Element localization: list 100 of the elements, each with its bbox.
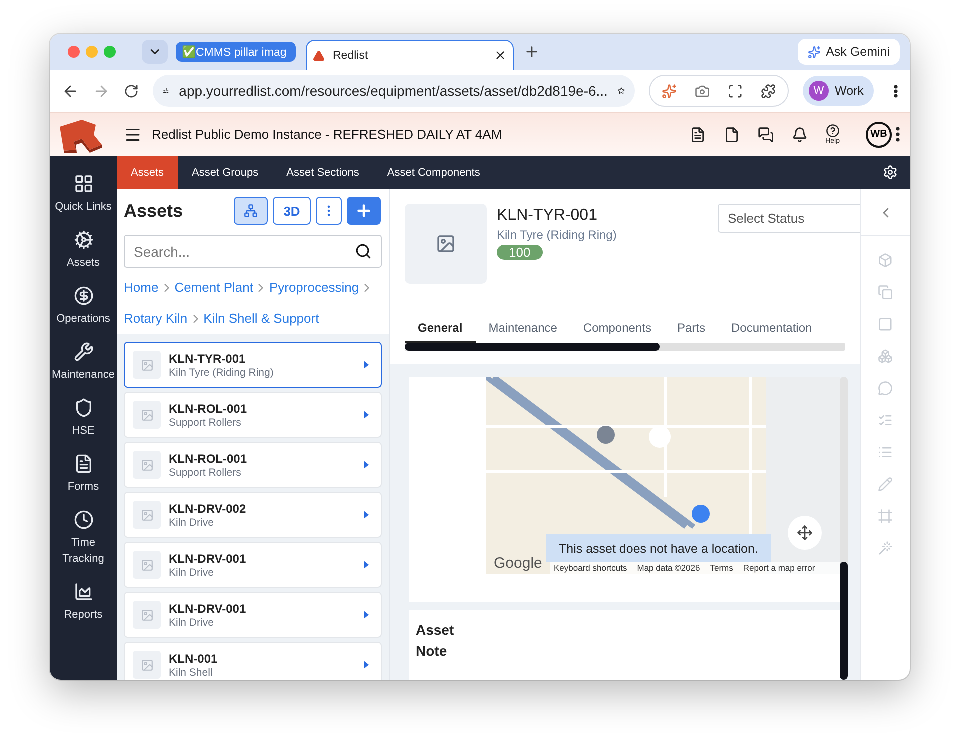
section-tab[interactable]: Asset Components [373,156,494,189]
camera-icon[interactable] [695,84,710,98]
sidebar-item[interactable]: Assets [50,230,116,272]
asset-name: Kiln Shell [169,666,214,678]
close-tab-icon[interactable] [494,49,507,62]
browser-tab[interactable]: ✅CMMS pillar imag [176,42,296,62]
asset-card[interactable]: KLN-001 Kiln Shell [124,642,382,680]
asset-name: Kiln Drive [169,616,215,628]
asset-code: KLN-ROL-001 [169,452,248,466]
breadcrumb-link[interactable]: Pyroprocessing [269,280,360,295]
asset-name: Kiln Tyre (Riding Ring) [169,366,275,378]
chat-button[interactable] [758,126,774,142]
caret-icon [364,611,369,619]
detail-tab[interactable]: Documentation [718,317,826,343]
file-button[interactable] [724,126,740,142]
section-tab[interactable]: Assets [117,156,178,189]
extensions-icon[interactable] [761,84,776,98]
tab-search-button[interactable] [142,40,168,64]
asset-name: Kiln Drive [169,516,215,528]
address-bar[interactable]: app.yourredlist.com/resources/equipment/assets/asset/db2d819e-6... [153,75,635,107]
asset-card[interactable]: KLN-ROL-001 Support Rollers [124,392,382,438]
document-button[interactable] [690,126,706,142]
sidebar-item[interactable]: Quick Links [50,174,116,216]
browser-tab[interactable]: Redlist [306,40,514,70]
sidebar-item[interactable]: Time Tracking [50,510,116,568]
vertical-dots-icon [894,84,898,98]
asset-name: Support Rollers [169,466,242,478]
horizontal-scrollbar[interactable] [405,343,845,351]
user-avatar[interactable]: WB [866,122,892,148]
note-title: Asset Note [416,621,456,661]
image-placeholder-icon [133,501,161,529]
no-location-message: This asset does not have a location. [546,534,772,562]
settings-icon[interactable] [883,165,898,180]
sidebar-item[interactable]: Reports [50,582,116,624]
dollar-icon [74,286,94,306]
gear-icon [74,230,94,250]
breadcrumb-link[interactable]: Home [124,280,159,295]
vertical-scrollbar[interactable] [840,377,848,680]
search-box[interactable]: Search... [124,235,382,268]
breadcrumb-link[interactable]: Kiln Shell & Support [204,311,320,326]
caret-icon [364,511,369,519]
asset-card[interactable]: KLN-DRV-001 Kiln Drive [124,592,382,638]
3d-view-button[interactable]: 3D [273,197,311,225]
map-attribution-link[interactable]: Terms [710,563,734,573]
notifications-button[interactable] [792,126,808,142]
checklist-icon[interactable] [878,413,893,428]
caret-icon [364,561,369,569]
asset-card[interactable]: KLN-ROL-001 Support Rollers [124,442,382,488]
vertical-dots-icon [896,127,900,142]
add-button[interactable] [347,197,381,225]
asset-card[interactable]: KLN-TYR-001 Kiln Tyre (Riding Ring) [124,342,382,388]
search-field[interactable]: Search... [125,236,355,267]
detail-tab[interactable]: Components [570,317,664,343]
image-placeholder-icon [133,601,161,629]
hierarchy-button[interactable] [234,197,268,225]
screen-capture-icon[interactable] [728,84,743,98]
section-tab[interactable]: Asset Sections [272,156,374,189]
starburst-icon[interactable] [662,84,677,98]
site-logo-icon [313,50,325,62]
grid-icon [74,174,94,194]
asset-card[interactable]: KLN-DRV-002 Kiln Drive [124,492,382,538]
shield-icon [74,398,94,418]
map-attribution-link[interactable]: Map data ©2026 [637,563,700,573]
caret-icon [364,461,369,469]
profile-button[interactable]: W Work [803,76,874,106]
caret-icon [364,361,369,369]
sidebar-item[interactable]: Forms [50,454,116,496]
bell-icon [792,126,808,142]
more-button[interactable] [316,197,342,225]
document-icon [690,126,706,142]
image-placeholder-icon [133,451,161,479]
map-attribution-link[interactable]: Keyboard shortcuts [554,563,628,573]
detail-tab[interactable]: Maintenance [476,317,570,343]
new-tab-button[interactable] [524,44,540,60]
plus-icon [355,202,373,220]
reload-button[interactable] [124,84,139,98]
sidebar-item[interactable]: Maintenance [50,342,116,384]
breadcrumb-link[interactable]: Rotary Kiln [124,311,188,326]
search-icon[interactable] [355,243,372,260]
map-attribution-link[interactable]: Report a map error [743,563,816,573]
ask-gemini-button[interactable]: Ask Gemini [798,39,900,65]
section-tab[interactable]: Asset Groups [178,156,273,189]
sparkle-icon [808,46,822,58]
wrench-icon [74,342,94,362]
sidebar-item[interactable]: HSE [50,398,116,440]
image-placeholder-icon [133,351,161,379]
chat-icon [758,126,774,142]
area-chart-icon [74,582,94,602]
sidebar-item[interactable]: Operations [50,286,116,328]
browser-menu-button[interactable] [894,84,898,98]
status-select[interactable]: Select Status [718,204,860,233]
breadcrumb-link[interactable]: Cement Plant [174,280,254,295]
asset-code: KLN-DRV-001 [169,552,248,566]
asset-name: Support Rollers [169,416,242,428]
image-placeholder-icon [133,551,161,579]
asset-card[interactable]: KLN-DRV-001 Kiln Drive [124,542,382,588]
instance-title: Redlist Public Demo Instance - REFRESHED DAILY AT 4AM [152,127,502,142]
detail-tab[interactable]: Parts [664,317,718,343]
image-placeholder-icon [405,204,487,284]
more-options-button[interactable] [896,127,900,142]
